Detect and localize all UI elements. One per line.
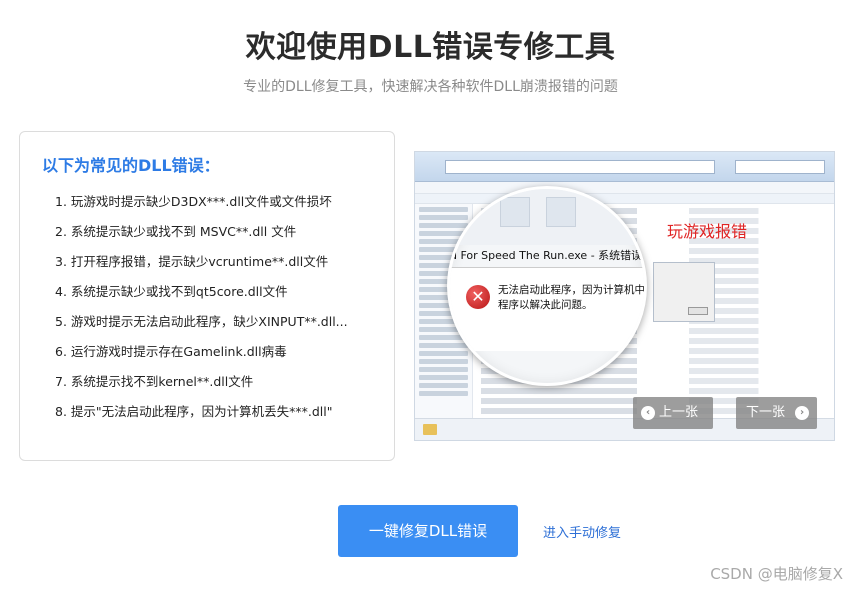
page-title: 欢迎使用DLL错误专修工具 — [245, 30, 616, 65]
list-item: 6. 运行游戏时提示存在Gamelink.dll病毒 — [55, 344, 287, 359]
list-item: 1. 玩游戏时提示缺少D3DX***.dll文件或文件损坏 — [55, 194, 332, 209]
folder-icon — [423, 424, 437, 435]
common-errors-card: 以下为常见的DLL错误： 1. 玩游戏时提示缺少D3DX***.dll文件或文件… — [19, 131, 395, 461]
list-item: 7. 系统提示找不到kernel**.dll文件 — [55, 374, 254, 389]
list-item: 4. 系统提示缺少或找不到qt5core.dll文件 — [55, 284, 288, 299]
chevron-right-icon: › — [795, 406, 809, 420]
error-dialog-title: d For Speed The Run.exe - 系统错误 — [450, 249, 643, 262]
error-list: 1. 玩游戏时提示缺少D3DX***.dll文件或文件损坏 2. 系统提示缺少或… — [55, 192, 348, 432]
explorer-titlebar — [415, 152, 834, 182]
next-slide-button[interactable]: 下一张 › — [736, 397, 817, 429]
prev-slide-button[interactable]: ‹ 上一张 — [633, 397, 713, 429]
list-item: 8. 提示"无法启动此程序，因为计算机丢失***.dll" — [55, 404, 333, 419]
list-item: 5. 游戏时提示无法启动此程序，缺少XINPUT**.dll... — [55, 314, 348, 329]
one-click-repair-button[interactable]: 一键修复DLL错误 — [338, 505, 518, 557]
csdn-watermark: CSDN @电脑修复X — [710, 565, 843, 583]
chevron-left-icon: ‹ — [641, 406, 655, 420]
list-item: 2. 系统提示缺少或找不到 MSVC**.dll 文件 — [55, 224, 297, 239]
explorer-search-box — [735, 160, 825, 174]
example-screenshot-slider: d For Speed The Run.exe - 系统错误 ✕ 无法启动此程序… — [414, 151, 835, 441]
list-item: 3. 打开程序报错，提示缺少vcruntime**.dll文件 — [55, 254, 329, 269]
common-errors-heading: 以下为常见的DLL错误： — [42, 156, 220, 175]
page-subtitle: 专业的DLL修复工具，快速解决各种软件DLL崩溃报错的问题 — [243, 79, 618, 95]
manual-repair-link[interactable]: 进入手动修复 — [543, 522, 621, 541]
small-error-dialog — [653, 262, 715, 322]
error-icon: ✕ — [466, 285, 490, 309]
explorer-address-bar — [445, 160, 715, 174]
error-dialog-message: 无法启动此程序，因为计算机中 程序以解决此问题。 — [498, 284, 645, 311]
slide-caption: 玩游戏报错 — [667, 222, 748, 241]
magnifier-lens: d For Speed The Run.exe - 系统错误 ✕ 无法启动此程序… — [447, 186, 647, 386]
